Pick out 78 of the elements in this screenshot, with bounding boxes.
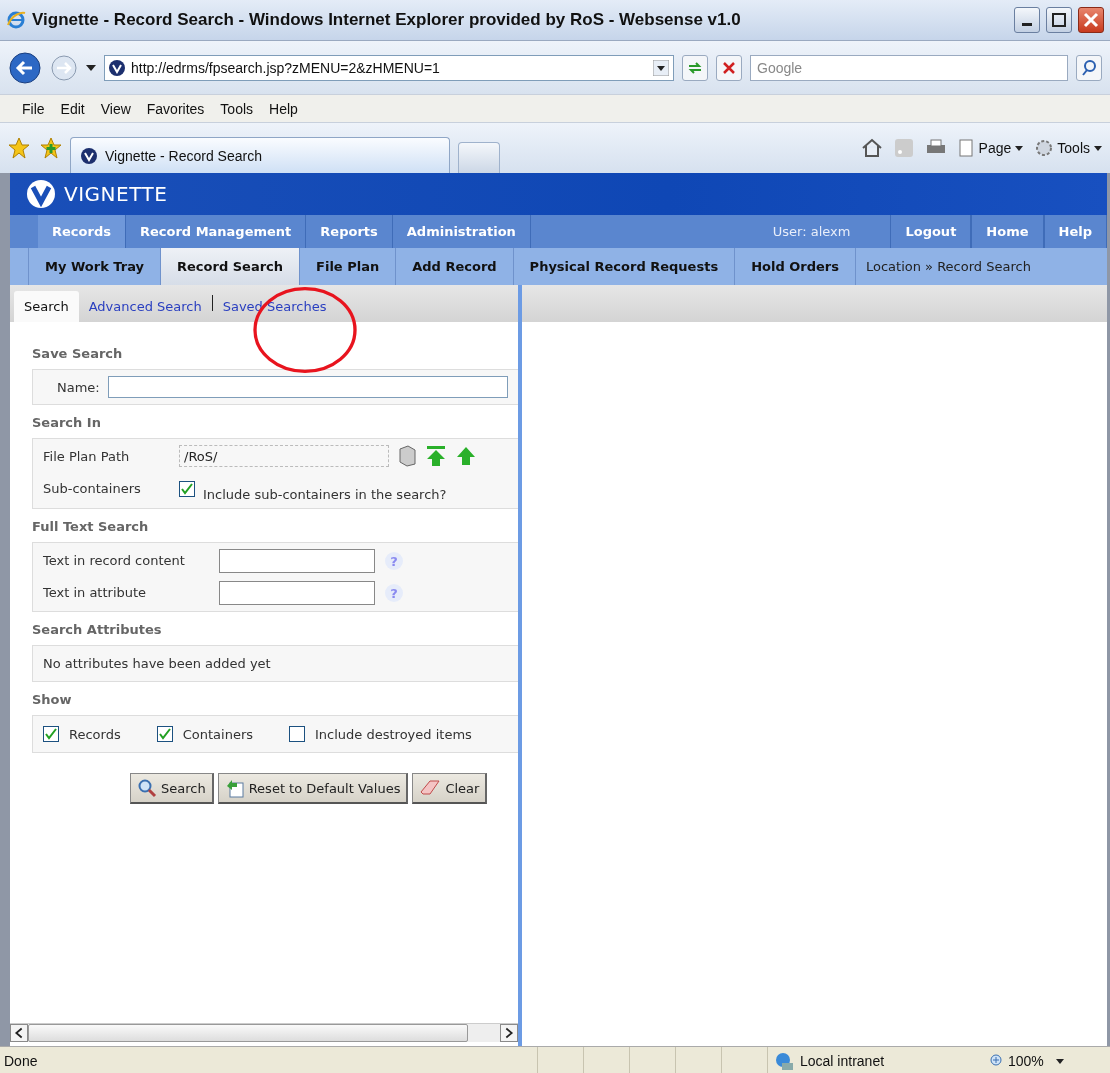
star-plus-icon[interactable] (40, 137, 62, 159)
browser-logo-icon (6, 10, 26, 30)
menu-item[interactable]: Tools (212, 100, 262, 117)
search-tab[interactable]: Search (14, 291, 79, 322)
form-button[interactable]: Search (130, 773, 214, 804)
field-label: Sub-containers (43, 481, 142, 496)
document-arrow-icon (224, 778, 245, 798)
name-field[interactable] (107, 376, 508, 398)
maximize-button[interactable] (1046, 7, 1072, 33)
section-heading: Full Text Search (32, 519, 150, 534)
menu-item[interactable]: View (92, 100, 139, 117)
text-field[interactable] (219, 581, 375, 605)
caret-icon (1015, 145, 1024, 151)
gear-icon (1035, 139, 1054, 157)
section-heading: Search In (32, 415, 102, 430)
site-v-icon (81, 147, 97, 164)
scroll-left-button[interactable] (10, 1024, 28, 1042)
minimize-button[interactable] (1014, 7, 1040, 33)
menu-item[interactable]: Help (261, 100, 306, 117)
field-label: Text in record content (43, 552, 186, 570)
status-text: Done (3, 1053, 39, 1069)
path-field[interactable]: /RoS/ (179, 445, 389, 467)
search-tab[interactable]: Advanced Search (78, 291, 212, 322)
page-icon (958, 139, 975, 157)
checkbox-label: Include destroyed items (315, 726, 472, 742)
zone-label: Local intranet (800, 1053, 885, 1069)
scrollbar-thumb[interactable] (28, 1024, 468, 1042)
subnav-tab[interactable]: Record Search (161, 248, 301, 285)
logo-v-icon (26, 179, 56, 209)
star-icon[interactable] (8, 137, 30, 159)
checkbox[interactable] (179, 480, 195, 497)
scroll-right-button[interactable] (500, 1024, 518, 1042)
window-title: Vignette - Record Search - Windows Internet Explorer provided by RoS - Websense v1.0 (32, 10, 742, 30)
zoom-icon (990, 1054, 1004, 1068)
menu-item[interactable]: Edit (52, 100, 93, 117)
caret-icon (1094, 145, 1102, 151)
checkbox[interactable] (43, 726, 59, 742)
search-button[interactable] (1076, 54, 1102, 81)
magnifier-icon (137, 778, 157, 798)
site-v-icon (109, 59, 125, 76)
zoom-control[interactable]: 100% (974, 1053, 1110, 1069)
close-button[interactable] (1078, 7, 1104, 33)
checkbox-label: Containers (182, 726, 253, 742)
field-label: File Plan Path (43, 448, 131, 464)
back-button[interactable] (8, 50, 42, 85)
section-heading: Show (32, 692, 73, 707)
section-heading: Search Attributes (32, 622, 163, 637)
text-field[interactable] (219, 549, 375, 573)
caret-icon (1055, 1058, 1064, 1064)
field-label: Text in attribute (43, 584, 148, 602)
form-button[interactable]: Clear (412, 773, 488, 804)
address-field[interactable]: http://edrms/fpsearch.jsp?zMENU=2&zHMENU=1 (104, 54, 674, 81)
menu-item[interactable]: Favorites (138, 100, 213, 117)
refresh-button[interactable] (682, 54, 708, 81)
eraser-icon (419, 779, 442, 797)
dropdown-arrow-icon[interactable] (86, 64, 96, 71)
breadcrumb: Location » Record Search (864, 258, 1032, 276)
home-icon[interactable] (860, 138, 883, 158)
checkbox[interactable] (156, 726, 173, 742)
user-label: User: alexm (772, 223, 852, 241)
logo-text: VIGNETTE (64, 182, 168, 206)
menu-item[interactable]: File (14, 100, 53, 117)
dropdown-arrow-icon[interactable] (653, 59, 669, 76)
arrow-up-top-icon[interactable] (425, 445, 447, 467)
search-field[interactable]: Google (750, 54, 1068, 81)
checkbox[interactable] (289, 726, 305, 742)
command-menu[interactable]: Page (958, 139, 1024, 157)
section-heading: Save Search (32, 346, 124, 361)
checkbox-label: Records (69, 726, 121, 742)
field-label: Name: (56, 379, 100, 395)
form-button[interactable]: Reset to Default Values (217, 773, 409, 804)
empty-message: No attributes have been added yet (43, 656, 272, 671)
arrow-up-icon[interactable] (455, 445, 477, 467)
command-menu[interactable]: Tools (1035, 139, 1102, 157)
checkbox-label: Include sub-containers in the search? (203, 487, 447, 502)
browser-tab[interactable]: Vignette - Record Search (70, 137, 450, 173)
globe-icon (774, 1052, 794, 1070)
stop-button[interactable] (716, 54, 742, 81)
